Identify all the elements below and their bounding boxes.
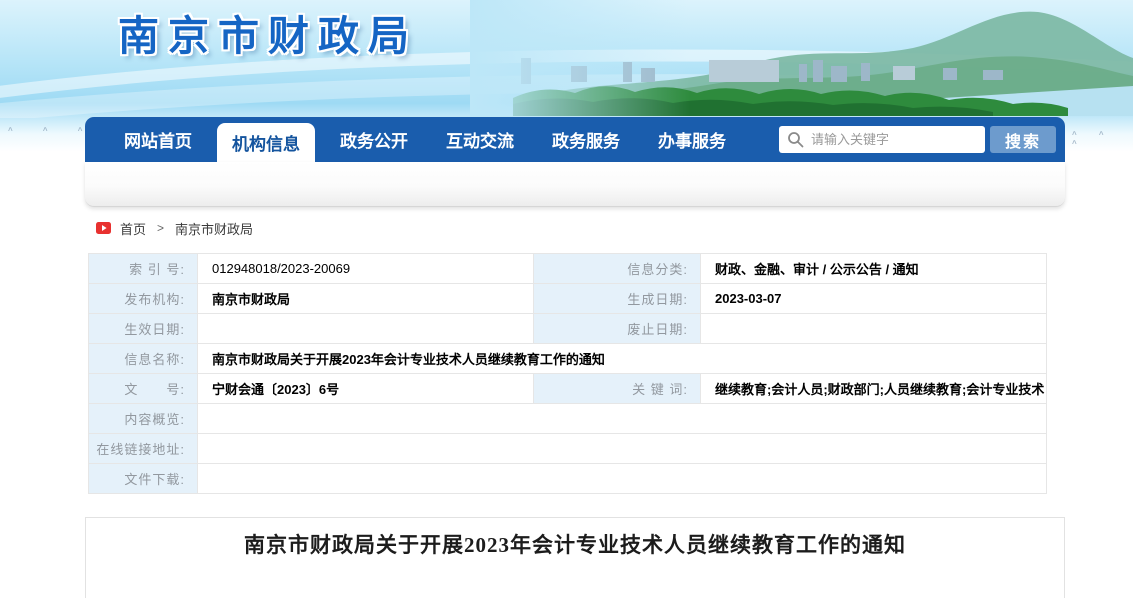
meta-value-online-link bbox=[198, 434, 1047, 464]
nav-item-affairs-service[interactable]: 办事服务 bbox=[645, 117, 739, 162]
table-row-link: 在线链接地址: bbox=[89, 434, 1047, 464]
search-icon bbox=[787, 131, 804, 148]
meta-label-repeal-date: 废止日期: bbox=[534, 314, 701, 344]
meta-label-index-no: 索 引 号: bbox=[89, 254, 198, 284]
table-row-doc-no: 文 号: 宁财会通〔2023〕6号 关 键 词: 继续教育;会计人员;财政部门;… bbox=[89, 374, 1047, 404]
nav-item-home[interactable]: 网站首页 bbox=[111, 117, 205, 162]
table-row-info-name: 信息名称: 南京市财政局关于开展2023年会计专业技术人员继续教育工作的通知 bbox=[89, 344, 1047, 374]
meta-value-issuing-org: 南京市财政局 bbox=[198, 284, 534, 314]
meta-label-info-name: 信息名称: bbox=[89, 344, 198, 374]
meta-value-effective-date bbox=[198, 314, 534, 344]
banner-fade-overlay bbox=[470, 0, 690, 116]
nav-item-interaction[interactable]: 互动交流 bbox=[433, 117, 527, 162]
meta-value-index-no: 012948018/2023-20069 bbox=[198, 254, 534, 284]
breadcrumb-current: 南京市财政局 bbox=[175, 219, 253, 238]
breadcrumb-separator: > bbox=[157, 221, 164, 235]
main-nav: 网站首页 机构信息 政务公开 互动交流 政务服务 办事服务 搜索 bbox=[85, 117, 1065, 162]
meta-value-repeal-date bbox=[701, 314, 1047, 344]
article-panel: 南京市财政局关于开展2023年会计专业技术人员继续教育工作的通知 bbox=[85, 517, 1065, 598]
meta-label-doc-no: 文 号: bbox=[89, 374, 198, 404]
table-row-effective: 生效日期: 废止日期: bbox=[89, 314, 1047, 344]
meta-label-content-overview: 内容概览: bbox=[89, 404, 198, 434]
birds-decoration: ^ ^ ^ bbox=[1072, 130, 1133, 148]
meta-label-info-category: 信息分类: bbox=[534, 254, 701, 284]
meta-value-keywords: 继续教育;会计人员;财政部门;人员继续教育;会计专业技术 bbox=[701, 374, 1047, 404]
document-meta-table: 索 引 号: 012948018/2023-20069 信息分类: 财政、金融、… bbox=[88, 253, 1047, 494]
breadcrumb: 首页 > 南京市财政局 bbox=[96, 219, 253, 237]
table-row-overview: 内容概览: bbox=[89, 404, 1047, 434]
meta-value-file-download bbox=[198, 464, 1047, 494]
meta-label-issuing-org: 发布机构: bbox=[89, 284, 198, 314]
meta-value-content-overview bbox=[198, 404, 1047, 434]
meta-label-online-link: 在线链接地址: bbox=[89, 434, 198, 464]
search-button[interactable]: 搜索 bbox=[990, 126, 1056, 153]
breadcrumb-home-icon bbox=[96, 222, 111, 234]
search-bar: 搜索 bbox=[779, 126, 1056, 153]
meta-label-effective-date: 生效日期: bbox=[89, 314, 198, 344]
table-row-issuer: 发布机构: 南京市财政局 生成日期: 2023-03-07 bbox=[89, 284, 1047, 314]
site-title: 南京市财政局 bbox=[118, 2, 418, 62]
search-input[interactable] bbox=[779, 126, 985, 153]
meta-value-create-date: 2023-03-07 bbox=[701, 284, 1047, 314]
table-row-download: 文件下载: bbox=[89, 464, 1047, 494]
nav-item-org-info[interactable]: 机构信息 bbox=[217, 123, 315, 162]
breadcrumb-home-link[interactable]: 首页 bbox=[120, 219, 146, 238]
table-row-index: 索 引 号: 012948018/2023-20069 信息分类: 财政、金融、… bbox=[89, 254, 1047, 284]
subnav-strip bbox=[85, 162, 1065, 207]
meta-value-info-category: 财政、金融、审计 / 公示公告 / 通知 bbox=[701, 254, 1047, 284]
article-title: 南京市财政局关于开展2023年会计专业技术人员继续教育工作的通知 bbox=[86, 529, 1064, 559]
nav-item-gov-disclosure[interactable]: 政务公开 bbox=[327, 117, 421, 162]
nav-item-gov-service[interactable]: 政务服务 bbox=[539, 117, 633, 162]
meta-label-file-download: 文件下载: bbox=[89, 464, 198, 494]
meta-label-keywords: 关 键 词: bbox=[534, 374, 701, 404]
meta-value-doc-no: 宁财会通〔2023〕6号 bbox=[198, 374, 534, 404]
meta-label-create-date: 生成日期: bbox=[534, 284, 701, 314]
meta-value-info-name: 南京市财政局关于开展2023年会计专业技术人员继续教育工作的通知 bbox=[198, 344, 1047, 374]
